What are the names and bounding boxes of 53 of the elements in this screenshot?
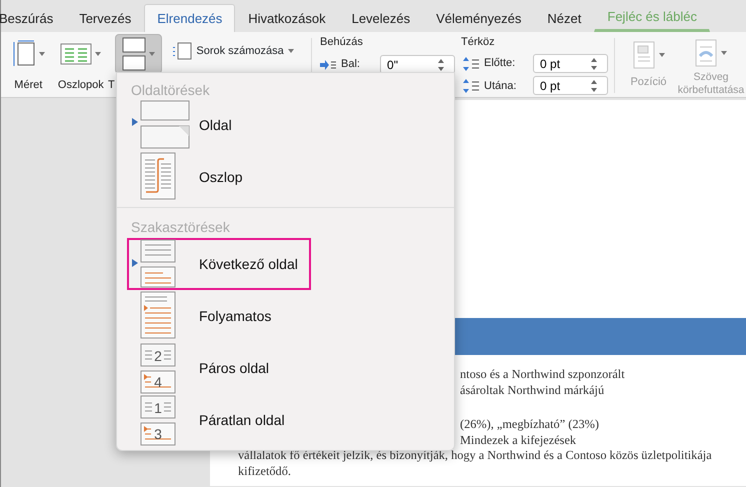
input-field[interactable]: 0" bbox=[387, 56, 438, 74]
tab[interactable]: Elrendezés bbox=[144, 4, 236, 32]
ribbon-label: Oszlopok bbox=[58, 78, 104, 93]
line-numbers-button[interactable]: Sorok számozása bbox=[172, 42, 294, 60]
input-field[interactable]: 0 pt bbox=[540, 54, 590, 73]
tab[interactable]: Véleményezés bbox=[423, 4, 534, 32]
caret-icon bbox=[288, 49, 294, 53]
text-line: (26%), „megbízható” (23%) bbox=[460, 417, 599, 432]
page-break-icon bbox=[122, 37, 146, 71]
spinner-icon[interactable] bbox=[437, 58, 446, 72]
page-size-icon bbox=[12, 40, 36, 68]
caret-icon bbox=[38, 52, 45, 56]
page-break-icon bbox=[131, 100, 191, 150]
text-line: ntoso és a Northwind szponzorált bbox=[460, 367, 625, 382]
group-title: Behúzás bbox=[320, 35, 364, 50]
spin-field[interactable]: 0 pt bbox=[533, 54, 608, 74]
text-line: Mindezek a kifejezések bbox=[460, 432, 576, 448]
field-label: Előtte: bbox=[484, 56, 516, 72]
field-label: Utána: bbox=[484, 78, 518, 94]
spinner-icon[interactable] bbox=[590, 78, 598, 93]
menu-item[interactable]: 1 3 Páratlan oldal bbox=[127, 394, 311, 446]
spacing-icon bbox=[463, 78, 480, 93]
spin-field[interactable]: 0 pt bbox=[533, 76, 608, 96]
indent-icon bbox=[320, 60, 336, 70]
section-title: Oldaltörések bbox=[130, 81, 211, 99]
caret-icon bbox=[95, 52, 102, 56]
caret-icon bbox=[721, 50, 727, 54]
tab[interactable]: Nézet bbox=[534, 4, 594, 32]
menu-item[interactable]: Folyamatos bbox=[127, 290, 311, 342]
text-line: kifizetődő. bbox=[237, 464, 291, 479]
tab[interactable]: Tervezés bbox=[66, 4, 144, 32]
section-title: Szakasztörések bbox=[130, 218, 231, 237]
menu-item[interactable]: Oszlop bbox=[127, 151, 311, 203]
caret-icon bbox=[658, 53, 664, 57]
menu-item[interactable]: 2 4 Páros oldal bbox=[127, 342, 311, 394]
ribbon-label: Méret bbox=[14, 78, 42, 93]
field-label: Bal: bbox=[341, 57, 361, 72]
position-icon bbox=[632, 41, 654, 69]
spacing-icon bbox=[463, 56, 480, 71]
input-field[interactable]: 0 pt bbox=[540, 76, 590, 95]
tab[interactable]: Beszúrás bbox=[0, 4, 66, 32]
spinner-icon[interactable] bbox=[590, 56, 598, 71]
tab[interactable]: Hivatkozások bbox=[235, 4, 339, 32]
group-title: Térköz bbox=[461, 35, 496, 50]
ribbon-button[interactable] bbox=[114, 34, 162, 74]
tab[interactable]: Levelezés bbox=[338, 4, 424, 32]
text-line: ásároltak Northwind márkájú bbox=[460, 382, 604, 398]
menu-item[interactable]: Következő oldal bbox=[127, 238, 311, 290]
line-numbers-icon bbox=[172, 42, 192, 60]
caret-icon bbox=[148, 52, 155, 56]
text-wrap-icon bbox=[695, 38, 717, 66]
menu-item[interactable]: Oldal bbox=[127, 99, 311, 151]
ribbon-label: T bbox=[108, 78, 115, 93]
